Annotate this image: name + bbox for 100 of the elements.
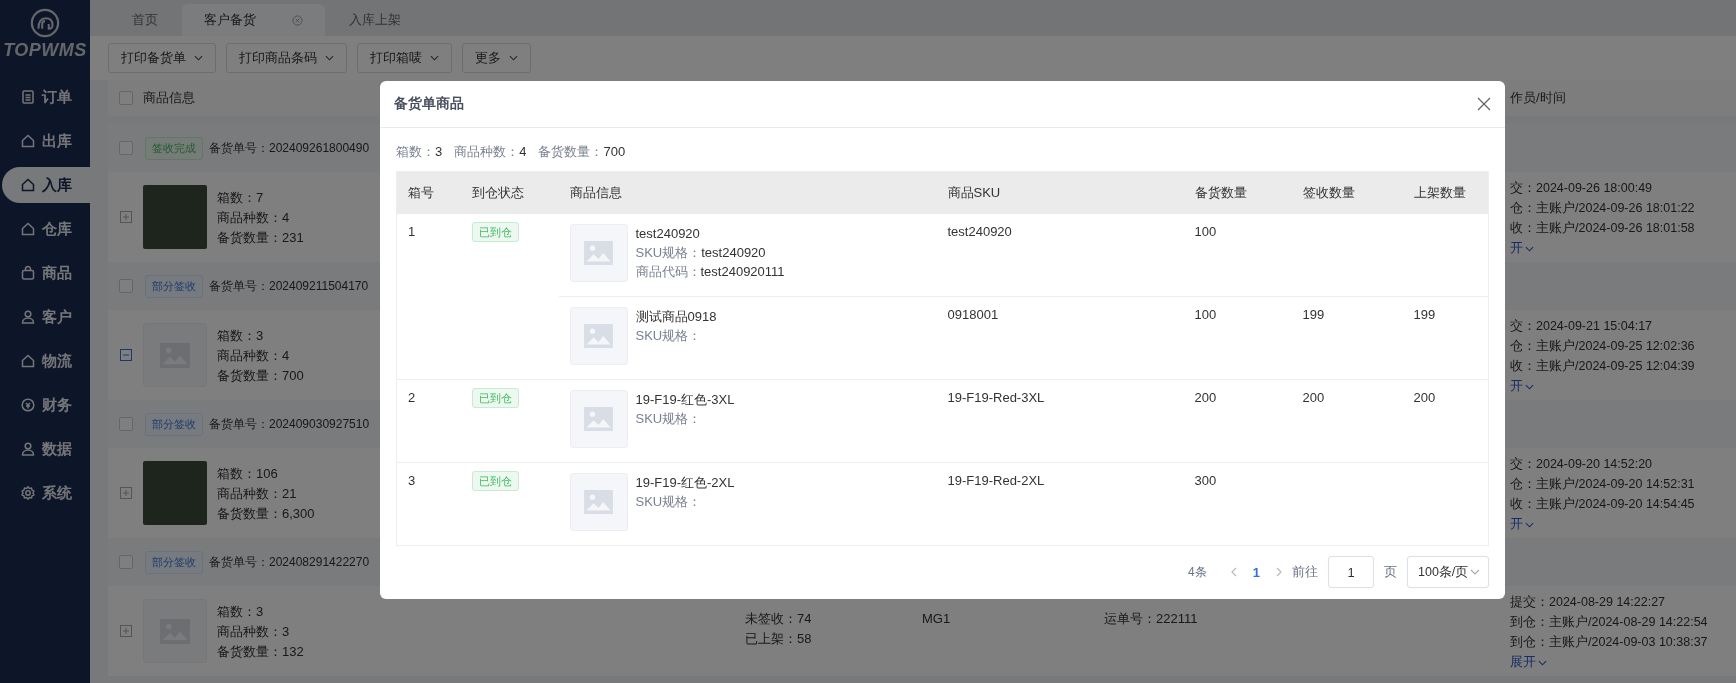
stat-text: 商品种数：4 <box>217 208 291 226</box>
dropdown-button[interactable]: 更多 <box>462 43 531 73</box>
next-page-icon[interactable] <box>1276 567 1282 577</box>
nav-item[interactable]: 订单 <box>2 79 90 115</box>
expand-link[interactable]: 开 <box>1510 240 1534 257</box>
table-cell: 100 <box>1194 224 1217 239</box>
dialog-title: 备货单商品 <box>394 95 464 113</box>
checkbox[interactable] <box>119 141 133 155</box>
status-tag: 部分签收 <box>145 550 203 574</box>
status-tag: 部分签收 <box>145 412 203 436</box>
table-cell: 1 <box>396 214 461 380</box>
time-text: 交：2024-09-21 15:04:17 <box>1510 318 1654 335</box>
stat-text: 商品种数：21 <box>217 484 298 502</box>
nav-item[interactable]: 出库 <box>2 123 90 159</box>
collapse-icon[interactable] <box>119 349 132 361</box>
table-cell: 100 <box>1194 307 1217 322</box>
expand-link[interactable]: 开 <box>1510 516 1534 533</box>
stat-text: 箱数：3 <box>217 326 265 344</box>
coin-icon <box>20 397 36 413</box>
product-detail: SKU规格： <box>635 327 703 345</box>
cell-text: 运单号：222111 <box>1104 610 1199 627</box>
expand-icon[interactable] <box>119 625 132 637</box>
stat-text: 备货数量：132 <box>217 642 304 660</box>
nav-item[interactable]: 物流 <box>2 343 90 379</box>
bag-icon <box>20 265 36 281</box>
product-detail: 商品代码：test240920111 <box>635 263 785 281</box>
page-tab[interactable]: 入库上架 <box>327 4 423 36</box>
page-number[interactable]: 1 <box>1246 564 1266 580</box>
status-tag: 已到仓 <box>471 222 519 242</box>
time-text: 仓：主账户/2024-09-20 14:52:31 <box>1510 476 1696 493</box>
expand-icon[interactable] <box>119 487 132 499</box>
status-tag: 签收完成 <box>145 136 203 160</box>
time-text: 仓：主账户/2024-09-25 12:02:36 <box>1510 338 1696 355</box>
time-text: 收：主账户/2024-09-20 14:54:45 <box>1510 496 1696 513</box>
close-icon[interactable] <box>1477 97 1491 111</box>
chevron-down-icon <box>1470 569 1480 575</box>
table-cell: 0918001 <box>936 296 1184 380</box>
table-cell: 19-F19-Red-3XL <box>936 379 1184 463</box>
nav-item[interactable]: 财务 <box>2 387 90 423</box>
person-icon <box>20 309 36 325</box>
column-header: 备货数量 <box>1183 171 1292 214</box>
house-icon <box>20 177 36 193</box>
chevron-down-icon <box>430 55 439 61</box>
table-cell: 199 <box>1413 307 1436 322</box>
expand-icon[interactable] <box>119 211 132 223</box>
time-text: 到仓：主账户/2024-08-29 14:22:54 <box>1510 614 1709 631</box>
column-header: 商品信息 <box>143 89 195 107</box>
column-header: 签收数量 <box>1291 171 1403 214</box>
chevron-down-icon <box>194 55 203 61</box>
status-tag: 已到仓 <box>471 471 519 491</box>
nav-item[interactable]: 商品 <box>2 255 90 291</box>
expand-link[interactable]: 展开 <box>1510 654 1547 671</box>
image-icon <box>584 407 613 431</box>
checkbox[interactable] <box>119 279 133 293</box>
column-header: 商品信息 <box>558 171 937 214</box>
nav-item[interactable]: 系统 <box>2 475 90 511</box>
nav-item[interactable]: 客户 <box>2 299 90 335</box>
nav-item[interactable]: 入库 <box>2 167 90 203</box>
time-text: 收：主账户/2024-09-25 12:04:39 <box>1510 358 1696 375</box>
chevron-down-icon <box>509 55 518 61</box>
stat-text: 备货数量：700 <box>217 366 304 384</box>
previous-page-icon[interactable] <box>1230 567 1237 577</box>
column-header: 到仓状态 <box>460 171 559 214</box>
image-icon <box>584 241 613 265</box>
house-icon <box>20 133 36 149</box>
column-header: 箱号 <box>396 171 461 214</box>
status-tag: 部分签收 <box>145 274 203 298</box>
page-size-select[interactable]: 100条/页 <box>1407 556 1489 588</box>
house-icon <box>20 353 36 369</box>
table-cell: 3 <box>396 462 461 546</box>
table-cell: 200 <box>1413 390 1436 405</box>
checkbox[interactable] <box>119 417 133 431</box>
stat-text: 备货数量：231 <box>217 228 304 246</box>
chevron-down-icon <box>1525 383 1534 390</box>
page-tab[interactable]: 客户备货 <box>182 4 325 36</box>
total-count: 4条 <box>1188 563 1207 581</box>
product-detail: SKU规格：test240920 <box>635 244 767 262</box>
chevron-down-icon <box>1525 245 1534 252</box>
checkbox[interactable] <box>119 555 133 569</box>
expand-link[interactable]: 开 <box>1510 378 1534 395</box>
summary-text: 箱数：3 <box>396 143 443 161</box>
goto-label: 前往 <box>1292 563 1318 581</box>
page-tab[interactable]: 首页 <box>110 4 180 36</box>
nav-item[interactable]: 仓库 <box>2 211 90 247</box>
app-logo-text: TOPWMS <box>3 40 87 61</box>
chevron-down-icon <box>1525 521 1534 528</box>
stat-text: 箱数：3 <box>217 602 265 620</box>
dropdown-button[interactable]: 打印箱唛 <box>357 43 452 73</box>
product-name: 19-F19-红色-2XL <box>635 474 735 492</box>
dropdown-button[interactable]: 打印备货单 <box>108 43 216 73</box>
dropdown-button[interactable]: 打印商品条码 <box>226 43 347 73</box>
summary-text: 商品种数：4 <box>454 143 527 161</box>
settings-icon <box>20 485 36 501</box>
checkbox[interactable] <box>118 91 133 105</box>
nav-item[interactable]: 数据 <box>2 431 90 467</box>
order-number: 备货单号：202409211504170 <box>209 277 369 295</box>
product-detail: SKU规格： <box>635 410 703 428</box>
column-header: 商品SKU <box>936 171 1184 214</box>
time-text: 仓：主账户/2024-09-26 18:01:22 <box>1510 200 1696 217</box>
page-input[interactable]: 1 <box>1328 556 1374 588</box>
